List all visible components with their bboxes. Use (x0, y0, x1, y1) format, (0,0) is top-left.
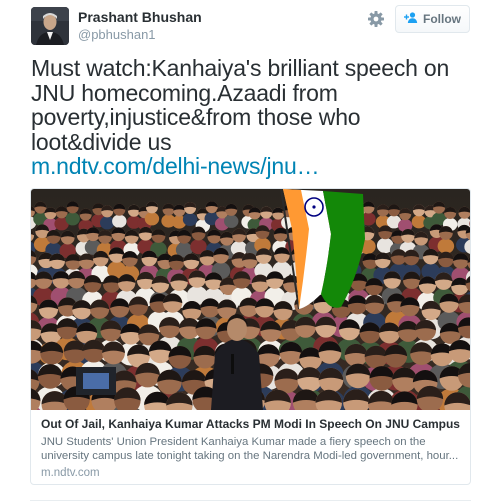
avatar[interactable] (31, 7, 69, 45)
card-title: Out Of Jail, Kanhaiya Kumar Attacks PM M… (41, 417, 460, 431)
card-image (31, 189, 470, 410)
user-plus-icon (404, 10, 418, 28)
card-description: JNU Students' Union President Kanhaiya K… (41, 436, 459, 462)
card-domain: m.ndtv.com (41, 467, 100, 479)
tweet-link[interactable]: m.ndtv.com/delhi-news/jnu… (31, 154, 471, 179)
tweet-text-container: Must watch:Kanhaiya's brilliant speech o… (31, 56, 471, 179)
divider (30, 500, 471, 501)
follow-button[interactable]: Follow (395, 5, 470, 33)
tweet: Prashant Bhushan @pbhushan1 Follow Must … (0, 0, 500, 504)
gear-icon[interactable] (367, 10, 385, 28)
tweet-text: Must watch:Kanhaiya's brilliant speech o… (31, 55, 450, 155)
avatar-image (31, 7, 69, 45)
author-name[interactable]: Prashant Bhushan (78, 9, 202, 25)
link-card[interactable]: Out Of Jail, Kanhaiya Kumar Attacks PM M… (30, 188, 471, 485)
follow-label: Follow (423, 12, 461, 26)
author-handle[interactable]: @pbhushan1 (78, 27, 156, 42)
